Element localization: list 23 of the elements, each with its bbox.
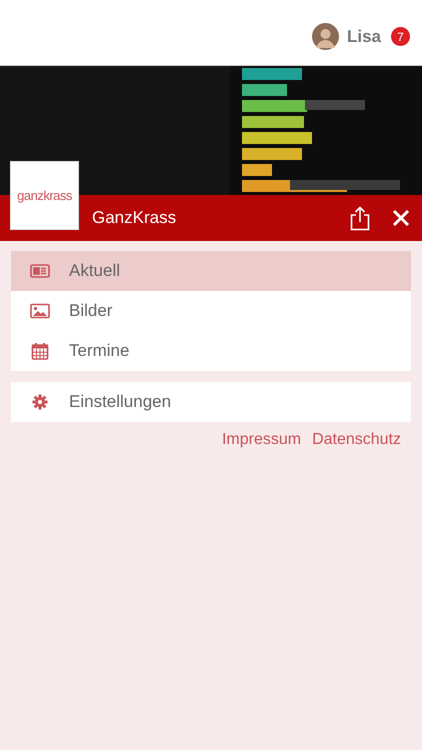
newspaper-icon [30,263,50,279]
footer-link[interactable]: Datenschutz [312,431,401,449]
footer-link[interactable]: Impressum [222,431,302,449]
menu-item[interactable]: Bilder [11,291,411,331]
menu-label: Einstellungen [69,392,172,412]
calendar-icon [31,342,49,360]
close-button[interactable] [392,209,410,227]
logo: ganzkrass [10,161,79,230]
avatar[interactable] [312,23,339,50]
notification-badge: 7 [391,27,410,46]
menu-item[interactable]: Aktuell [11,251,411,291]
share-button[interactable] [350,206,370,230]
close-icon [392,209,410,227]
gear-icon [32,394,48,410]
share-icon [350,206,370,230]
menu-label: Termine [69,341,130,361]
menu-item[interactable]: Termine [11,331,411,371]
menu-label: Aktuell [69,261,120,281]
menu-item[interactable]: Einstellungen [11,382,411,422]
menu-label: Bilder [69,301,112,321]
app-title: GanzKrass [92,208,178,228]
user-name[interactable]: Lisa [346,26,381,46]
image-icon [30,303,50,319]
